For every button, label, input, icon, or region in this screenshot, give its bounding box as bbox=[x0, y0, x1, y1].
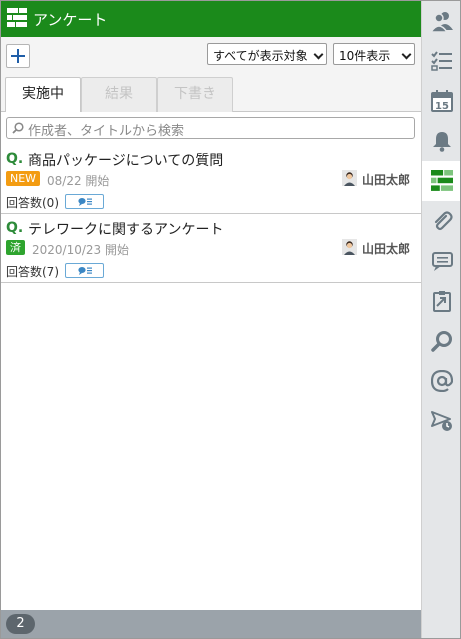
survey-list-item[interactable]: Q. 商品パッケージについての質問 NEW 08/22 開始 山田太郎 回答数(… bbox=[1, 146, 421, 214]
survey-app-icon bbox=[7, 8, 27, 27]
sidebar-item-tasks[interactable] bbox=[422, 41, 460, 81]
comment-button[interactable] bbox=[65, 263, 104, 278]
start-date: 2020/10/23 開始 bbox=[32, 243, 129, 257]
search-area: 作成者、タイトルから検索 bbox=[1, 112, 421, 145]
survey-title[interactable]: 商品パッケージについての質問 bbox=[28, 150, 223, 170]
people-icon bbox=[431, 12, 453, 32]
target-filter-value: すべてが表示対象 bbox=[213, 49, 308, 63]
sidebar-item-files[interactable] bbox=[422, 201, 460, 241]
question-mark-label: Q. bbox=[6, 220, 24, 236]
send-clock-icon bbox=[431, 411, 452, 431]
sidebar-item-people[interactable] bbox=[422, 1, 460, 41]
toolbar: すべてが表示対象 10件表示 bbox=[1, 37, 421, 71]
comment-button[interactable] bbox=[65, 194, 104, 209]
tab-bar: 実施中 結果 下書き bbox=[1, 71, 421, 113]
survey-list-item[interactable]: Q. テレワークに関するアンケート 済 2020/10/23 開始 山田太郎 回… bbox=[1, 215, 421, 283]
message-icon bbox=[432, 252, 453, 271]
completed-badge: 済 bbox=[6, 240, 25, 255]
start-date: 08/22 開始 bbox=[47, 174, 110, 188]
paperclip-icon bbox=[434, 211, 453, 231]
sidebar-item-mentions[interactable] bbox=[422, 361, 460, 401]
survey-icon bbox=[431, 170, 453, 191]
app-title: アンケート bbox=[33, 11, 108, 29]
sidebar-item-search[interactable] bbox=[422, 321, 460, 361]
target-filter-select[interactable]: すべてが表示対象 bbox=[207, 43, 327, 65]
chevron-down-icon bbox=[401, 49, 412, 60]
app-window: アンケート すべてが表示対象 10件表示 実施中 結果 下書き 作成者、タイトル… bbox=[0, 0, 461, 639]
tab-drafts[interactable]: 下書き bbox=[157, 77, 233, 112]
add-survey-button[interactable] bbox=[6, 44, 30, 68]
comment-icon bbox=[78, 267, 92, 275]
sidebar-item-calendar[interactable]: 15 bbox=[422, 81, 460, 121]
calendar-day-text: 15 bbox=[435, 101, 449, 112]
author-name[interactable]: 山田太郎 bbox=[362, 171, 410, 188]
answer-count: 回答数(0) bbox=[6, 196, 59, 210]
comment-icon bbox=[78, 198, 92, 206]
count-select-value: 10件表示 bbox=[339, 49, 391, 63]
search-input[interactable]: 作成者、タイトルから検索 bbox=[6, 117, 415, 139]
footer-bar: 2 bbox=[1, 610, 421, 638]
avatar-icon bbox=[342, 239, 357, 255]
sidebar-item-survey[interactable] bbox=[422, 161, 460, 201]
author-name[interactable]: 山田太郎 bbox=[362, 240, 410, 257]
checklist-icon bbox=[431, 51, 452, 71]
answer-count: 回答数(7) bbox=[6, 265, 59, 279]
new-badge: NEW bbox=[6, 171, 41, 186]
bell-icon bbox=[433, 132, 451, 152]
search-placeholder: 作成者、タイトルから検索 bbox=[28, 124, 185, 139]
tab-results[interactable]: 結果 bbox=[81, 77, 157, 112]
at-icon bbox=[431, 370, 453, 392]
search-icon bbox=[431, 331, 452, 352]
right-sidebar: 15 bbox=[421, 1, 460, 638]
sidebar-item-scheduled-send[interactable] bbox=[422, 401, 460, 441]
search-icon bbox=[12, 122, 24, 134]
clipboard-icon bbox=[433, 291, 451, 312]
tab-active[interactable]: 実施中 bbox=[5, 77, 81, 113]
chevron-down-icon bbox=[313, 49, 324, 60]
sidebar-item-notifications[interactable] bbox=[422, 121, 460, 161]
question-mark-label: Q. bbox=[6, 151, 24, 167]
app-header: アンケート bbox=[1, 1, 421, 37]
sidebar-item-requests[interactable] bbox=[422, 281, 460, 321]
calendar-icon: 15 bbox=[431, 90, 453, 112]
item-count-badge: 2 bbox=[6, 614, 35, 634]
survey-title[interactable]: テレワークに関するアンケート bbox=[28, 219, 223, 239]
sidebar-item-messages[interactable] bbox=[422, 241, 460, 281]
avatar-icon bbox=[342, 170, 357, 186]
count-select[interactable]: 10件表示 bbox=[333, 43, 415, 65]
